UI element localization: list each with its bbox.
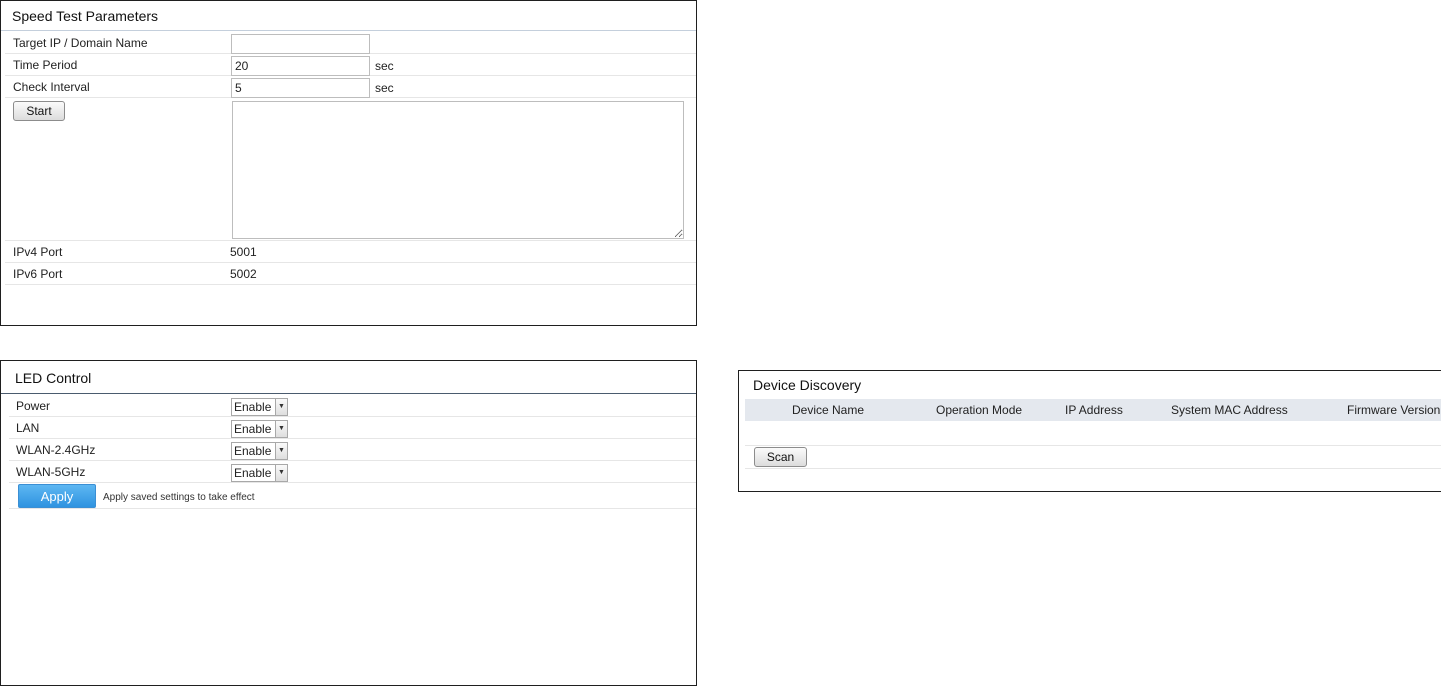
column-header: IP Address — [1065, 403, 1123, 417]
led-select-wlan5[interactable]: Enable ▼ — [231, 464, 288, 482]
led-row-power: Power — [9, 395, 696, 417]
led-label: LAN — [16, 421, 40, 435]
device-table-header: Device Name Operation Mode IP Address Sy… — [745, 399, 1441, 421]
chevron-down-icon: ▼ — [275, 399, 287, 415]
led-select-lan[interactable]: Enable ▼ — [231, 420, 288, 438]
column-header: Device Name — [792, 403, 865, 417]
column-header: Operation Mode — [936, 403, 1023, 417]
led-select-value: Enable — [234, 400, 272, 414]
ipv4-row: IPv4 Port 5001 — [5, 241, 696, 263]
apply-note: Apply saved settings to take effect — [103, 492, 255, 503]
interval-label: Check Interval — [13, 80, 90, 94]
apply-button[interactable]: Apply — [18, 484, 96, 508]
target-label: Target IP / Domain Name — [13, 36, 148, 50]
scan-row — [745, 445, 1441, 469]
check-interval-input[interactable] — [231, 78, 370, 98]
device-discovery-title: Device Discovery — [753, 377, 862, 393]
led-control-title: LED Control — [1, 361, 696, 394]
start-button[interactable]: Start — [13, 101, 65, 121]
speed-test-output[interactable] — [232, 101, 684, 239]
device-discovery-panel: Device Discovery Device Name Operation M… — [738, 370, 1441, 492]
speed-test-title: Speed Test Parameters — [1, 1, 696, 31]
ipv6-row: IPv6 Port 5002 — [5, 263, 696, 285]
led-select-value: Enable — [234, 444, 272, 458]
chevron-down-icon: ▼ — [275, 443, 287, 459]
column-header: Firmware Version — [1347, 403, 1441, 417]
speed-test-panel: Speed Test Parameters Target IP / Domain… — [0, 0, 697, 326]
led-label: WLAN-2.4GHz — [16, 443, 96, 457]
led-row-wlan24: WLAN-2.4GHz — [9, 439, 696, 461]
period-label: Time Period — [13, 58, 78, 72]
ipv6-value: 5002 — [230, 267, 257, 281]
interval-unit: sec — [375, 81, 394, 95]
led-select-value: Enable — [234, 466, 272, 480]
led-select-value: Enable — [234, 422, 272, 436]
device-table-empty-row — [745, 421, 1441, 446]
ipv4-value: 5001 — [230, 245, 257, 259]
led-select-power[interactable]: Enable ▼ — [231, 398, 288, 416]
led-label: Power — [16, 399, 51, 413]
column-header: System MAC Address — [1171, 403, 1288, 417]
ipv4-label: IPv4 Port — [13, 245, 63, 259]
led-control-panel: LED Control Power Enable ▼ LAN Enable ▼ … — [0, 360, 697, 686]
chevron-down-icon: ▼ — [275, 465, 287, 481]
target-ip-input[interactable] — [231, 34, 370, 54]
ipv6-label: IPv6 Port — [13, 267, 63, 281]
led-label: WLAN-5GHz — [16, 465, 86, 479]
led-row-wlan5: WLAN-5GHz — [9, 461, 696, 483]
time-period-input[interactable] — [231, 56, 370, 76]
led-select-wlan24[interactable]: Enable ▼ — [231, 442, 288, 460]
led-row-lan: LAN — [9, 417, 696, 439]
chevron-down-icon: ▼ — [275, 421, 287, 437]
scan-button[interactable]: Scan — [754, 447, 807, 467]
period-unit: sec — [375, 59, 394, 73]
